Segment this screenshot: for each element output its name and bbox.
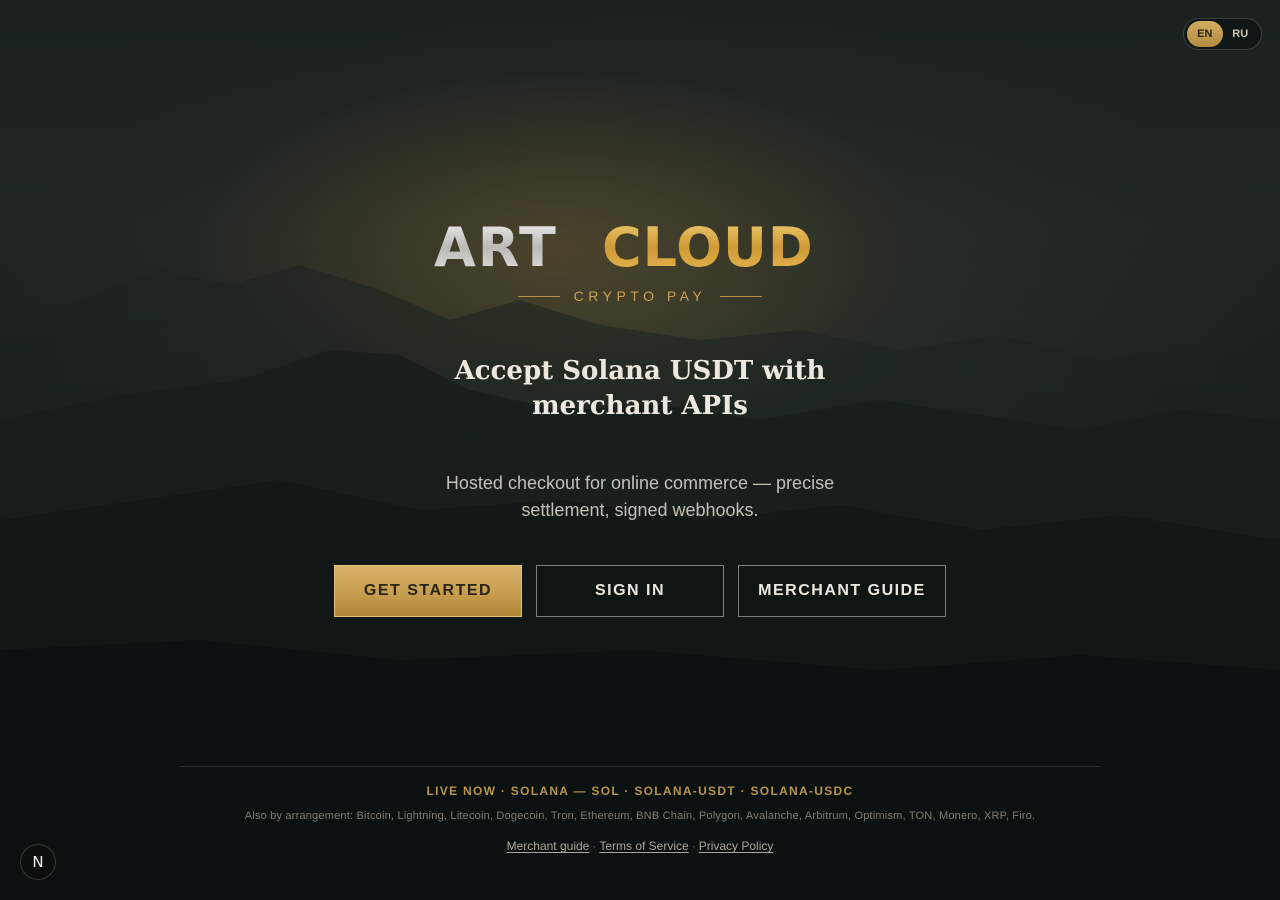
- language-toggle[interactable]: EN RU: [1183, 18, 1262, 50]
- artcloud-logo: ART CLOUD: [434, 216, 814, 279]
- footer-link-privacy[interactable]: Privacy Policy: [699, 839, 774, 853]
- get-started-button[interactable]: GET STARTED: [334, 565, 522, 617]
- n-badge-button[interactable]: N: [20, 844, 56, 880]
- sign-in-button[interactable]: SIGN IN: [536, 565, 724, 617]
- footer-separator: ·: [691, 839, 696, 853]
- logo-cloud-text: CLOUD: [602, 216, 814, 279]
- also-supported-networks: Also by arrangement: Bitcoin, Lightning,…: [244, 810, 1036, 822]
- headline: Accept Solana USDT with merchant APIs: [454, 356, 826, 421]
- tagline: CRYPTO PAY: [573, 288, 707, 304]
- hero: ART CLOUD CRYPTO PAY Accept Solana USDT …: [0, 210, 1280, 524]
- tagline-divider-left: [517, 295, 560, 297]
- lang-en-button[interactable]: EN: [1187, 21, 1223, 47]
- footer-separator: ·: [592, 839, 597, 853]
- subheadline: Hosted checkout for online commerce — pr…: [445, 473, 835, 520]
- tagline-row: CRYPTO PAY: [0, 288, 1280, 304]
- footer-link-terms[interactable]: Terms of Service: [599, 839, 688, 853]
- logo-art-text: ART: [434, 216, 558, 279]
- footer-links: Merchant guide · Terms of Service · Privacy …: [180, 839, 1100, 853]
- footer: LIVE NOW · SOLANA — SOL · SOLANA-USDT · …: [180, 766, 1100, 853]
- merchant-guide-button[interactable]: MERCHANT GUIDE: [738, 565, 946, 617]
- footer-link-merchant-guide[interactable]: Merchant guide: [507, 839, 590, 853]
- lang-ru-button[interactable]: RU: [1223, 21, 1259, 47]
- cta-row: GET STARTED SIGN IN MERCHANT GUIDE: [334, 565, 946, 617]
- live-networks: LIVE NOW · SOLANA — SOL · SOLANA-USDT · …: [426, 784, 854, 798]
- tagline-divider-right: [720, 295, 763, 297]
